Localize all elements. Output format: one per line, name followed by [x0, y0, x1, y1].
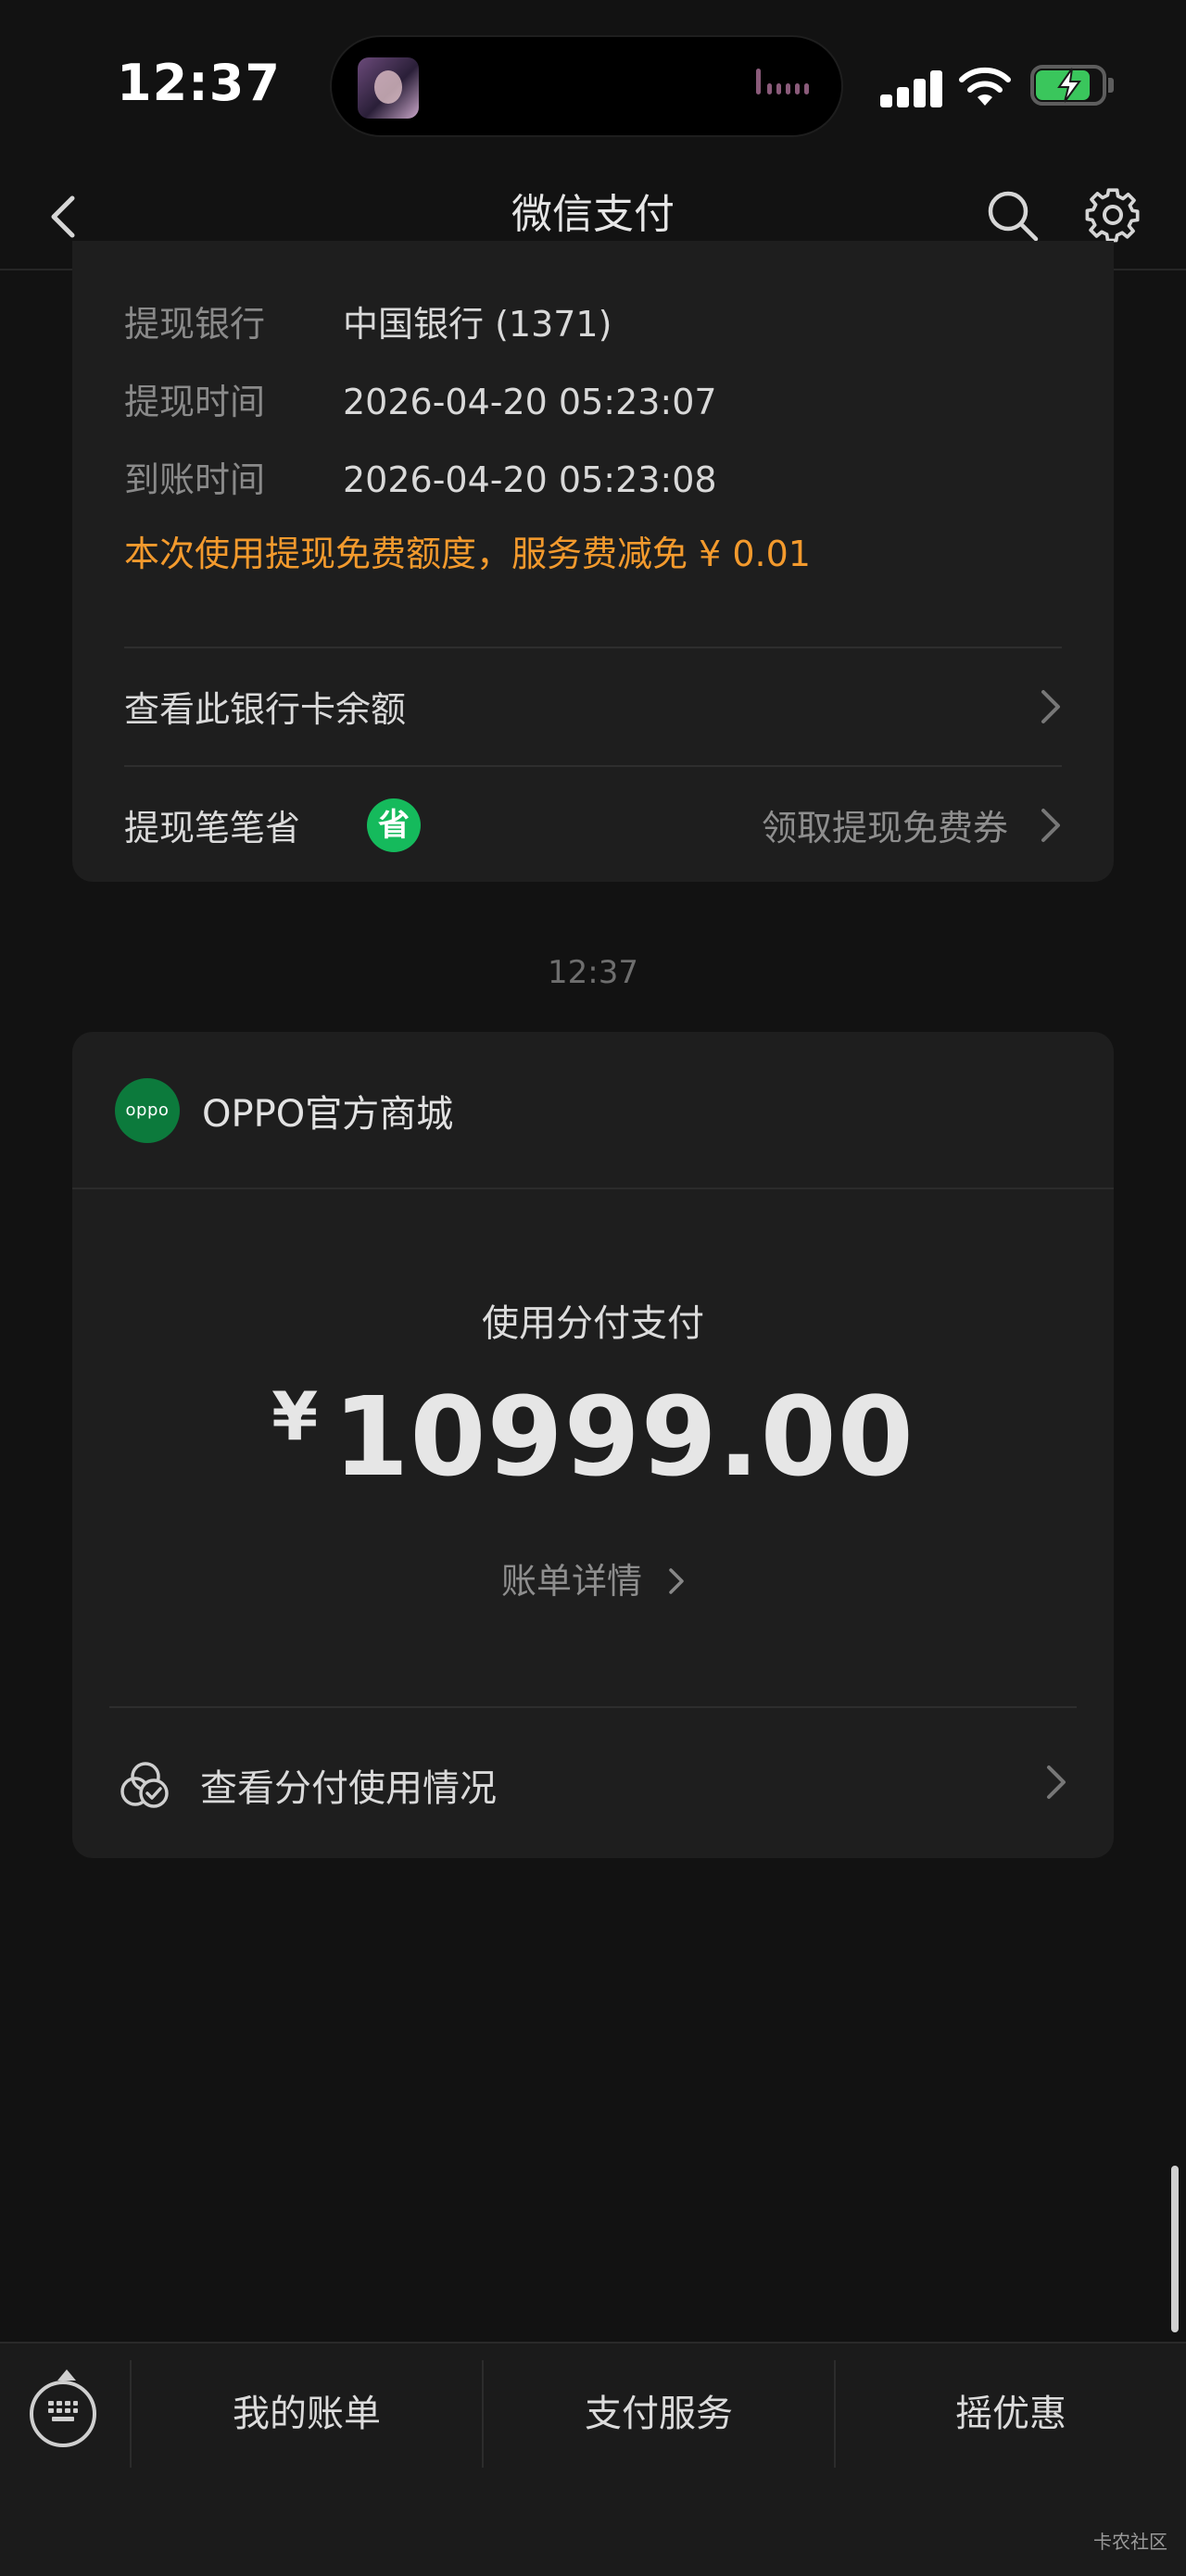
withdraw-time-row: 提现时间 2026-04-20 05:23:07	[124, 376, 717, 428]
keyboard-toggle-button[interactable]	[30, 2381, 96, 2447]
currency-symbol: ¥	[271, 1377, 319, 1455]
arrival-time-label: 到账时间	[124, 459, 266, 500]
status-bar: 12:37	[0, 0, 1186, 167]
wifi-icon	[959, 67, 1011, 106]
withdraw-bank-row: 提现银行 中国银行 (1371)	[124, 298, 612, 350]
music-cover-art	[358, 57, 419, 119]
view-usage-label: 查看分付使用情况	[200, 1767, 497, 1810]
merchant-logo: oppo	[115, 1078, 180, 1143]
merchant-header[interactable]: oppo OPPO官方商城	[72, 1032, 1114, 1189]
withdraw-bank-label: 提现银行	[124, 304, 266, 345]
bill-detail-label: 账单详情	[500, 1561, 642, 1602]
search-icon[interactable]	[982, 185, 1043, 246]
gear-icon[interactable]	[1082, 183, 1143, 245]
back-chevron-icon[interactable]	[37, 187, 96, 246]
chevron-right-icon	[1041, 809, 1060, 842]
chevron-right-icon	[1047, 1766, 1066, 1799]
watermark: 卡农社区	[1093, 2531, 1167, 2553]
view-usage-link[interactable]: 查看分付使用情况	[72, 1708, 1114, 1858]
check-balance-link[interactable]: 查看此银行卡余额	[124, 648, 1062, 765]
withdraw-saver-label: 提现笔笔省	[124, 808, 301, 848]
payment-amount: ¥10999.00	[72, 1373, 1114, 1501]
payment-method: 使用分付支付	[482, 1302, 704, 1345]
status-time: 12:37	[117, 54, 281, 112]
bottom-tab-bar: 我的账单 支付服务 摇优惠	[0, 2342, 1186, 2576]
installment-usage-icon	[120, 1762, 169, 1808]
check-balance-label: 查看此银行卡余额	[124, 689, 407, 730]
expand-arrow-icon	[57, 2369, 76, 2381]
withdraw-time-value: 2026-04-20 05:23:07	[343, 382, 717, 422]
withdraw-time-label: 提现时间	[124, 382, 266, 422]
keyboard-icon	[48, 2401, 78, 2421]
tab-my-bills[interactable]: 我的账单	[132, 2377, 482, 2451]
arrival-time-row: 到账时间 2026-04-20 05:23:08	[124, 454, 717, 506]
arrival-time-value: 2026-04-20 05:23:08	[343, 459, 717, 500]
withdraw-detail-card: 提现银行 中国银行 (1371) 提现时间 2026-04-20 05:23:07 …	[72, 241, 1114, 882]
dynamic-island[interactable]	[330, 35, 843, 137]
bill-detail-link[interactable]: 账单详情	[72, 1552, 1114, 1603]
page-title: 微信支付	[511, 191, 675, 238]
fee-waiver-notice: 本次使用提现免费额度，服务费减免 ¥ 0.01	[124, 534, 811, 574]
wechat-pay-screen: 12:37 微信支付 提现银行 中国银行 (1371) 提现时间 2026-04…	[0, 0, 1186, 2576]
battery-charging-icon	[1030, 65, 1116, 106]
cellular-signal-icon	[880, 69, 945, 107]
merchant-name: OPPO官方商城	[202, 1093, 454, 1136]
get-free-coupon-link[interactable]: 领取提现免费券	[762, 799, 1008, 850]
withdraw-bank-value: 中国银行 (1371)	[343, 304, 612, 345]
message-timestamp: 12:37	[548, 954, 638, 991]
audio-wave-icon	[756, 69, 814, 102]
save-badge-icon: 省	[367, 798, 421, 852]
tab-shake-deals[interactable]: 摇优惠	[836, 2377, 1186, 2451]
tab-payment-services[interactable]: 支付服务	[484, 2377, 834, 2451]
payment-card[interactable]: oppo OPPO官方商城 使用分付支付 ¥10999.00 账单详情 查看分付…	[72, 1032, 1114, 1858]
withdraw-saver-row[interactable]: 提现笔笔省 省 领取提现免费券	[124, 767, 1062, 884]
chevron-right-icon	[1041, 690, 1060, 723]
scroll-indicator[interactable]	[1171, 2166, 1179, 2332]
chevron-right-icon	[669, 1568, 684, 1594]
amount-value: 10999.00	[333, 1373, 915, 1501]
